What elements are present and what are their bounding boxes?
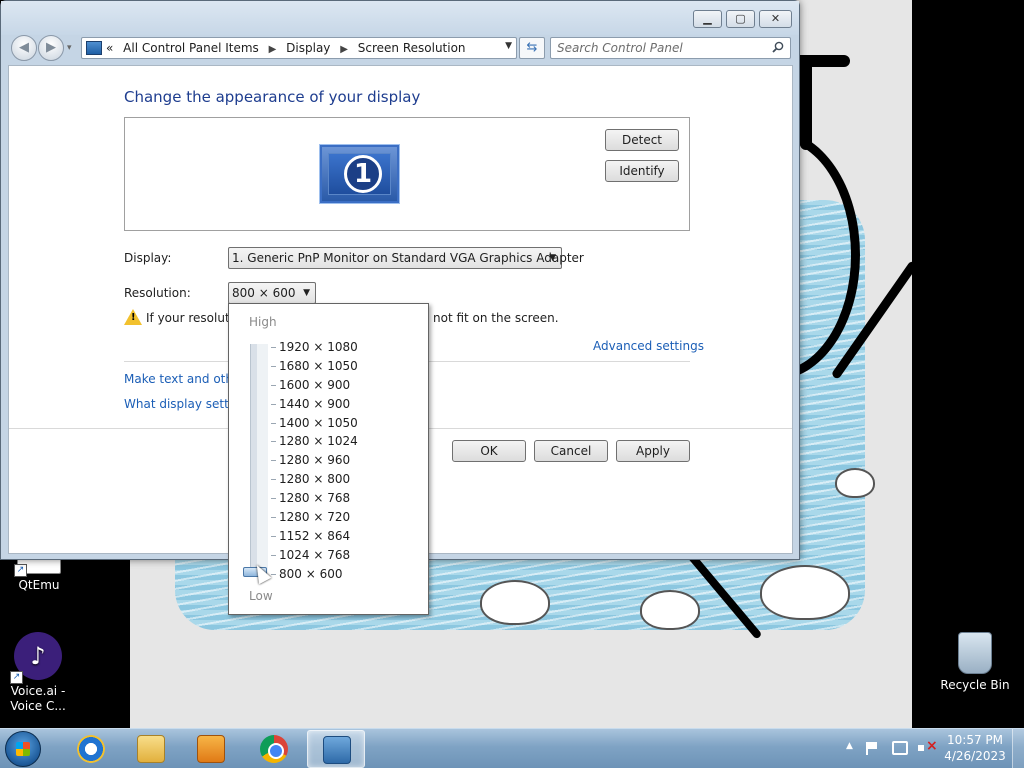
- control-panel-icon: [323, 736, 351, 764]
- apply-button[interactable]: Apply: [616, 440, 690, 462]
- warning-text-tail: not fit on the screen.: [433, 311, 559, 325]
- desktop-icon-label: QtEmu: [18, 578, 60, 592]
- navigation-bar: ◀ ▶ ▾ « All Control Panel Items ▶ Displa…: [1, 35, 799, 63]
- clock-time: 10:57 PM: [947, 733, 1003, 747]
- action-center-flag-icon[interactable]: [866, 742, 878, 755]
- resolution-option[interactable]: 800 × 600: [271, 565, 419, 584]
- minimize-button[interactable]: ▁: [693, 10, 722, 28]
- advanced-settings-link[interactable]: Advanced settings: [593, 339, 704, 353]
- start-button[interactable]: [5, 731, 41, 767]
- ok-button[interactable]: OK: [452, 440, 526, 462]
- wallpaper-stroke: [800, 60, 812, 150]
- taskbar-internet-explorer[interactable]: [62, 730, 120, 768]
- system-tray: ▲ 10:57 PM 4/26/2023: [840, 729, 1024, 768]
- wallpaper-fish: [480, 580, 550, 625]
- resolution-option[interactable]: 1600 × 900: [271, 376, 419, 395]
- wallpaper-fish: [760, 565, 850, 620]
- resolution-high-label: High: [249, 315, 277, 329]
- display-select-value: 1. Generic PnP Monitor on Standard VGA G…: [232, 251, 584, 265]
- qtemu-icon: ↗: [14, 558, 61, 577]
- resolution-options: 1920 × 1080 1680 × 1050 1600 × 900 1440 × 9…: [271, 338, 419, 584]
- resolution-low-label: Low: [249, 589, 273, 603]
- back-button[interactable]: ◀: [11, 35, 37, 61]
- resolution-option[interactable]: 1280 × 768: [271, 489, 419, 508]
- control-panel-icon: [86, 41, 102, 55]
- chevron-down-icon: ▼: [549, 253, 556, 263]
- forward-button[interactable]: ▶: [38, 35, 64, 61]
- taskbar: ▲ 10:57 PM 4/26/2023: [0, 728, 1024, 768]
- monitor-number: 1: [344, 155, 382, 193]
- resolution-option[interactable]: 1024 × 768: [271, 546, 419, 565]
- media-player-icon: [197, 735, 225, 763]
- desktop-icon-recycle-bin[interactable]: Recycle Bin: [939, 632, 1011, 693]
- warning-icon: !: [124, 309, 142, 325]
- resolution-select[interactable]: 800 × 600 ▼: [228, 282, 316, 304]
- monitor-screen: 1: [328, 153, 391, 195]
- recycle-bin-icon: [958, 632, 992, 674]
- shortcut-arrow-icon: ↗: [14, 564, 27, 577]
- title-bar[interactable]: ▁ ▢ ✕: [1, 1, 799, 35]
- show-desktop-button[interactable]: [1012, 729, 1024, 768]
- taskbar-chrome[interactable]: [245, 730, 303, 768]
- resolution-option[interactable]: 1680 × 1050: [271, 357, 419, 376]
- folder-icon: [137, 735, 165, 763]
- resolution-option[interactable]: 1400 × 1050: [271, 414, 419, 433]
- wallpaper-fish: [640, 590, 700, 630]
- display-select[interactable]: 1. Generic PnP Monitor on Standard VGA G…: [228, 247, 584, 269]
- resolution-slider-track[interactable]: [250, 344, 268, 576]
- chevron-down-icon: ▼: [303, 288, 310, 298]
- resolution-option[interactable]: 1440 × 900: [271, 395, 419, 414]
- refresh-button[interactable]: ⇆: [519, 37, 545, 59]
- detect-button[interactable]: Detect: [605, 129, 679, 151]
- shortcut-arrow-icon: ↗: [10, 671, 23, 684]
- clock-date: 4/26/2023: [944, 749, 1006, 763]
- voiceai-icon: ♪ ↗: [10, 632, 62, 684]
- search-icon[interactable]: [772, 41, 784, 53]
- identify-button[interactable]: Identify: [605, 160, 679, 182]
- breadcrumb-separator-icon[interactable]: ▶: [340, 44, 348, 55]
- display-label: Display:: [124, 251, 172, 265]
- resolution-option[interactable]: 1920 × 1080: [271, 338, 419, 357]
- close-button[interactable]: ✕: [759, 10, 792, 28]
- warning-text: If your resolutio: [146, 311, 241, 325]
- resolution-option[interactable]: 1280 × 720: [271, 508, 419, 527]
- clock[interactable]: 10:57 PM 4/26/2023: [940, 732, 1010, 764]
- resolution-option[interactable]: 1280 × 960: [271, 451, 419, 470]
- desktop-icon-qtemu[interactable]: ↗ QtEmu: [3, 558, 75, 593]
- chrome-icon: [260, 735, 288, 763]
- breadcrumb-all-items[interactable]: All Control Panel Items: [123, 41, 259, 55]
- resolution-option[interactable]: 1280 × 800: [271, 470, 419, 489]
- maximize-button[interactable]: ▢: [726, 10, 755, 28]
- address-bar[interactable]: « All Control Panel Items ▶ Display ▶ Sc…: [81, 37, 517, 59]
- recent-pages-icon[interactable]: ▾: [67, 43, 72, 53]
- volume-muted-icon[interactable]: [918, 738, 938, 755]
- desktop-icon-voiceai[interactable]: ♪ ↗ Voice.ai - Voice C...: [2, 632, 74, 714]
- desktop-icon-label: Recycle Bin: [940, 678, 1010, 692]
- network-icon[interactable]: [892, 741, 908, 755]
- taskbar-file-explorer[interactable]: [122, 730, 180, 768]
- resolution-option[interactable]: 1280 × 1024: [271, 432, 419, 451]
- show-hidden-icons-icon[interactable]: ▲: [846, 741, 853, 751]
- breadcrumb: « All Control Panel Items ▶ Display ▶ Sc…: [106, 41, 466, 55]
- internet-explorer-icon: [77, 735, 105, 763]
- search-box: [550, 37, 791, 59]
- wallpaper-fish: [835, 468, 875, 498]
- monitor-icon[interactable]: 1: [320, 145, 399, 203]
- breadcrumb-screen-resolution[interactable]: Screen Resolution: [358, 41, 466, 55]
- page-title: Change the appearance of your display: [124, 88, 421, 106]
- taskbar-media-player[interactable]: [182, 730, 240, 768]
- desktop-icon-label: Voice.ai -: [10, 684, 66, 698]
- breadcrumb-separator-icon[interactable]: ▶: [269, 44, 277, 55]
- desktop-icon-label: Voice C...: [10, 699, 66, 713]
- resolution-option[interactable]: 1152 × 864: [271, 527, 419, 546]
- address-dropdown-icon[interactable]: ▼: [505, 41, 512, 51]
- cancel-button[interactable]: Cancel: [534, 440, 608, 462]
- search-input[interactable]: [557, 40, 757, 56]
- resolution-label: Resolution:: [124, 286, 191, 300]
- taskbar-control-panel[interactable]: [307, 730, 365, 768]
- resolution-select-value: 800 × 600: [232, 286, 296, 300]
- breadcrumb-display[interactable]: Display: [286, 41, 330, 55]
- breadcrumb-overflow[interactable]: «: [106, 41, 113, 55]
- monitor-preview-panel: 1 Detect Identify: [124, 117, 690, 231]
